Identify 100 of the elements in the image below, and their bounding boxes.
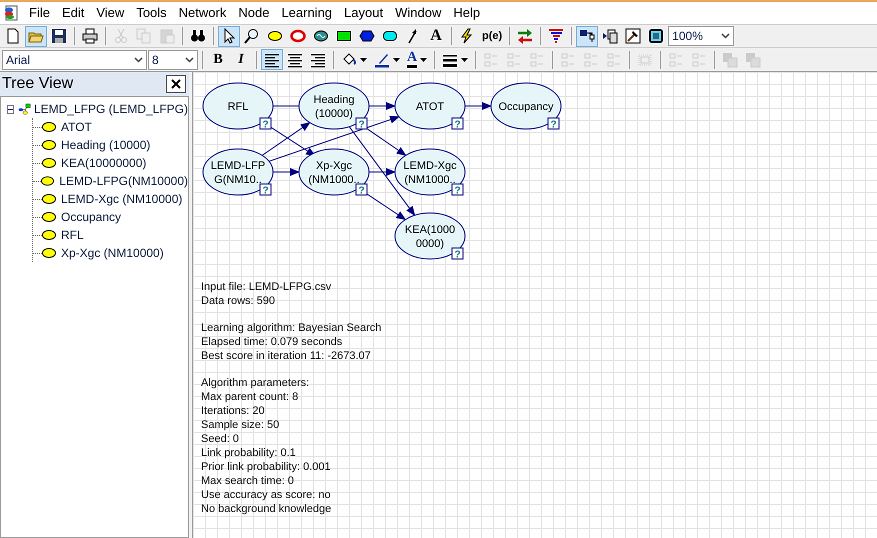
report-line: Algorithm parameters:	[201, 376, 310, 390]
report-line: Sample size: 50	[201, 418, 280, 432]
tree-item[interactable]: Occupancy	[61, 208, 122, 226]
node-label: Heading	[314, 94, 354, 106]
menu-item[interactable]: Layout	[338, 3, 390, 23]
menu-item[interactable]: Learning	[275, 3, 338, 23]
menu-item[interactable]: Tools	[130, 3, 173, 23]
arrow	[272, 168, 300, 176]
menu-item[interactable]: File	[23, 3, 56, 23]
network-node[interactable]	[394, 148, 466, 196]
network-node[interactable]	[394, 82, 466, 130]
pointer-button[interactable]	[218, 26, 240, 46]
font-dropdown[interactable]: Arial	[2, 50, 147, 70]
node-label: ATOT	[416, 101, 444, 113]
node-label: Xp-Xgc	[316, 160, 352, 172]
menu-item[interactable]: Edit	[56, 3, 90, 23]
report-line: No background knowledge	[201, 502, 332, 516]
unknown-badge: ?	[452, 118, 464, 130]
oval-icon	[42, 248, 56, 258]
node-align-icon	[691, 52, 708, 68]
zoom-dropdown[interactable]: 100%	[668, 26, 734, 46]
font-color-button[interactable]: A	[404, 49, 430, 70]
unknown-badge: ?	[260, 184, 272, 196]
monitor-icon	[648, 28, 664, 44]
node-label: (NM1000..	[308, 174, 360, 186]
tree-item[interactable]: LEMD-Xgc (NM10000)	[61, 190, 182, 208]
network-node[interactable]	[298, 82, 370, 130]
node-label: (10000)	[315, 108, 353, 120]
report-line: Learning algorithm: Bayesian Search	[201, 321, 382, 335]
unknown-badge: ?	[260, 118, 272, 130]
unknown-badge: ?	[356, 184, 368, 196]
node-label: LEMD-Xgc	[403, 160, 457, 172]
menu-item[interactable]: Node	[232, 3, 276, 23]
network-node[interactable]	[394, 212, 466, 260]
paint-bucket-icon	[341, 52, 357, 68]
unknown-badge: ?	[452, 248, 464, 260]
node-label: (NM1000..	[404, 174, 456, 186]
report-line: Prior link probability: 0.001	[201, 460, 332, 474]
tree-item[interactable]: RFL	[61, 226, 84, 244]
report-line: Input file: LEMD-LFPG.csv	[201, 280, 332, 294]
menu-item[interactable]: View	[90, 3, 130, 23]
tree-item[interactable]: KEA(10000000)	[61, 154, 146, 172]
chevron-down-icon	[185, 56, 194, 62]
caret-icon	[360, 58, 367, 62]
node-label: 0000)	[416, 238, 444, 250]
network-node[interactable]	[298, 148, 370, 196]
node-label: LEMD-LFP	[210, 160, 266, 172]
lightning-icon	[459, 28, 475, 44]
network-node[interactable]	[202, 82, 274, 130]
text-button[interactable]: A	[425, 26, 447, 46]
network-node[interactable]	[490, 82, 562, 130]
font-size-dropdown[interactable]: 8	[148, 50, 198, 70]
tree-item[interactable]: Xp-Xgc (NM10000)	[61, 244, 164, 262]
oval-icon	[42, 230, 56, 240]
minus-icon	[8, 106, 14, 112]
caret-icon	[461, 58, 468, 62]
app-icon	[3, 5, 19, 21]
rectangle-icon	[336, 28, 352, 44]
node-align-icon	[560, 52, 576, 68]
node-label: G(NM10..	[214, 174, 262, 186]
report-line: Max parent count: 8	[201, 390, 300, 404]
collapse-toggle[interactable]	[7, 104, 14, 114]
italic-button[interactable]: I	[230, 49, 252, 70]
report-line: Use accuracy as score: no	[201, 488, 332, 502]
bold-button[interactable]: B	[207, 49, 229, 70]
wave-oval-icon	[313, 28, 329, 44]
report-line: Data rows: 590	[201, 294, 276, 308]
swap-arrows-icon	[517, 28, 534, 44]
arrow	[368, 102, 396, 110]
text-lines-icon	[264, 52, 280, 68]
align-left-button[interactable]	[261, 49, 283, 70]
tree-item[interactable]: LEMD_LFPG (LEMD_LFPG)	[34, 100, 188, 118]
arrow	[464, 102, 492, 110]
tree-item[interactable]: Heading (10000)	[61, 136, 150, 154]
node-align-icon	[529, 52, 546, 68]
text-lines-icon	[310, 52, 326, 68]
node-align-icon	[483, 52, 500, 68]
node-align-icon	[668, 52, 684, 68]
menu-item[interactable]: Help	[447, 3, 486, 23]
scissors-icon	[113, 28, 129, 44]
tree-item[interactable]: LEMD-LFPG(NM10000)	[59, 172, 188, 190]
oval-icon	[42, 140, 56, 150]
pages-arrow-icon	[602, 28, 618, 44]
close-button[interactable]	[166, 75, 186, 93]
oval-icon	[42, 194, 56, 204]
hammer-icon	[625, 28, 642, 44]
printer-icon	[82, 28, 98, 44]
evidence-button[interactable]: p(e)	[479, 26, 506, 46]
report-line: Link probability: 0.1	[201, 446, 297, 460]
report-line: Elapsed time: 0.079 seconds	[201, 335, 344, 349]
menu-item[interactable]: Network	[172, 3, 232, 23]
pen-line-icon	[374, 52, 390, 68]
unknown-badge: ?	[356, 118, 368, 130]
tree-item[interactable]: ATOT	[61, 118, 92, 136]
network-node[interactable]	[202, 148, 274, 196]
panel-title: Tree View	[2, 74, 74, 94]
open-button[interactable]	[25, 26, 47, 46]
menu-item[interactable]: Window	[389, 3, 448, 23]
chevron-down-icon	[134, 56, 143, 62]
graph-view-button[interactable]	[576, 26, 598, 46]
